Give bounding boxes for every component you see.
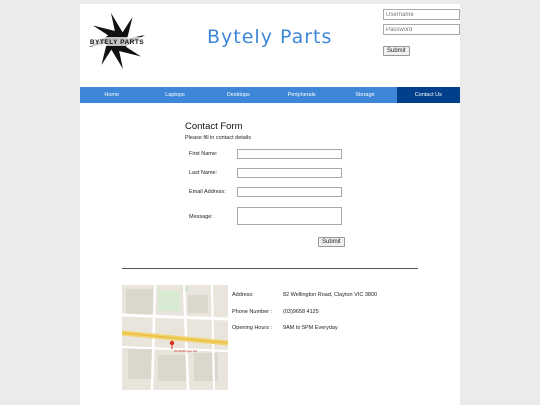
location-map[interactable]: 82 Wellington Rd xyxy=(122,285,228,390)
nav-item-peripherals[interactable]: Peripherals xyxy=(270,87,333,103)
nav-item-desktops[interactable]: Desktops xyxy=(207,87,270,103)
address-label: Address: xyxy=(232,292,254,298)
username-input[interactable] xyxy=(383,9,460,20)
password-input[interactable] xyxy=(383,24,460,35)
hours-label: Opening Hours : xyxy=(232,325,273,331)
message-textarea[interactable] xyxy=(237,207,342,225)
nav-item-storage[interactable]: Storage xyxy=(333,87,396,103)
nav-item-home[interactable]: Home xyxy=(80,87,143,103)
section-divider xyxy=(122,268,418,269)
nav-item-contact-us[interactable]: Contact Us xyxy=(396,87,460,103)
nav-item-laptops[interactable]: Laptops xyxy=(143,87,206,103)
email-label: Email Address: xyxy=(189,189,226,195)
contact-submit-button[interactable]: Submit xyxy=(318,237,345,247)
logo-star-icon: BYTELY PARTS xyxy=(84,13,150,69)
message-label: Message: xyxy=(189,214,213,220)
main-nav: Home Laptops Desktops Peripherals Storag… xyxy=(80,87,460,103)
phone-value: (03)9658 4125 xyxy=(283,309,319,315)
page-container: BYTELY PARTS Bytely Parts Submit Home La… xyxy=(80,4,460,405)
site-logo[interactable]: BYTELY PARTS xyxy=(84,8,150,74)
hours-value: 9AM to 5PM Everyday xyxy=(283,325,338,331)
login-form: Submit xyxy=(383,9,461,57)
address-value: 82 Wellington Road, Clayton VIC 3800 xyxy=(283,292,378,298)
first-name-input[interactable] xyxy=(237,149,342,159)
map-pin-label: 82 Wellington Rd xyxy=(174,349,197,353)
last-name-input[interactable] xyxy=(237,168,342,178)
header: BYTELY PARTS Bytely Parts Submit xyxy=(80,4,460,86)
contact-form: Contact Form Please fill in contact deta… xyxy=(185,121,365,247)
email-input[interactable] xyxy=(237,187,342,197)
last-name-label: Last Name: xyxy=(189,170,218,176)
login-submit-button[interactable]: Submit xyxy=(383,46,410,56)
contact-form-title: Contact Form xyxy=(185,121,243,132)
contact-form-subtitle: Please fill in contact details xyxy=(185,135,252,141)
logo-text: BYTELY PARTS xyxy=(90,39,144,46)
site-title: Bytely Parts xyxy=(207,26,333,48)
phone-label: Phone Number : xyxy=(232,309,273,315)
first-name-label: First Name: xyxy=(189,151,218,157)
